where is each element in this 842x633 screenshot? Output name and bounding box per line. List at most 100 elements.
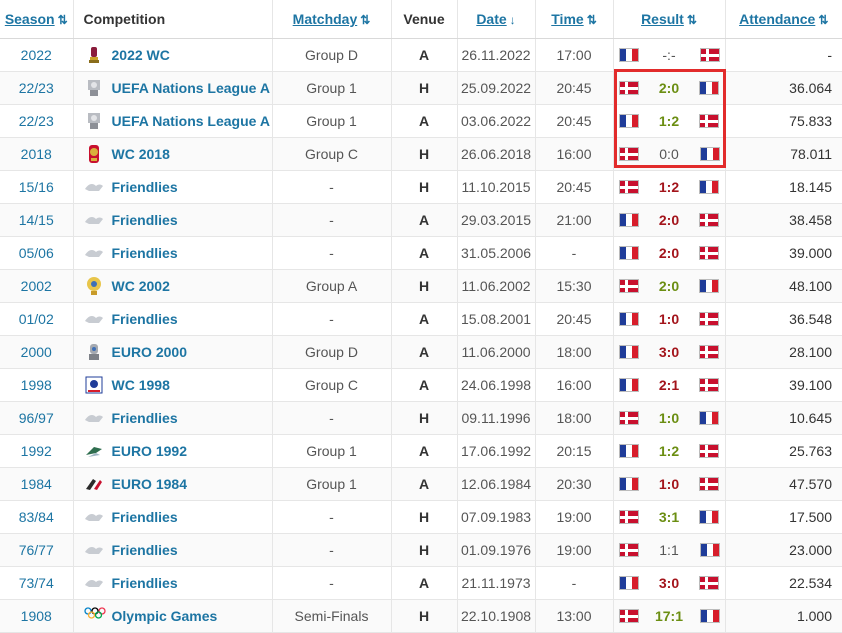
result-cell[interactable]: 3:1 [613,500,726,534]
season-cell[interactable]: 01/02 [0,302,74,336]
result-cell[interactable]: 1:0 [613,302,726,336]
season-cell[interactable]: 2018 [0,137,74,171]
season-cell[interactable]: 22/23 [0,71,74,105]
season-cell[interactable]: 15/16 [0,170,74,204]
competition-cell[interactable]: Friendlies [73,500,273,534]
result-cell[interactable]: 2:0 [613,71,726,105]
season-cell[interactable]: 2000 [0,335,74,369]
matchday-header[interactable]: Matchday ⇅ [272,0,392,39]
result-cell[interactable]: -:- [613,38,726,72]
season-cell[interactable]: 05/06 [0,236,74,270]
competition-link[interactable]: Friendlies [112,311,178,327]
season-cell[interactable]: 2002 [0,269,74,303]
season-cell[interactable]: 1984 [0,467,74,501]
competition-link[interactable]: EURO 2000 [112,344,187,360]
competition-cell[interactable]: Friendlies [73,236,273,270]
competition-link[interactable]: Friendlies [112,509,178,525]
score-link[interactable]: 1:2 [659,113,679,129]
competition-cell[interactable]: Friendlies [73,401,273,435]
competition-cell[interactable]: EURO 2000 [73,335,273,369]
competition-cell[interactable]: WC 2018 [73,137,273,171]
table-row: 2000 EURO 2000 Group D A 11.06.2000 18:00 3:0 2… [0,335,842,369]
france-flag-icon [700,148,719,160]
season-cell[interactable]: 1998 [0,368,74,402]
competition-cell[interactable]: 2022 WC [73,38,273,72]
competition-link[interactable]: WC 2018 [112,146,170,162]
score-link[interactable]: 2:0 [659,278,679,294]
season-cell[interactable]: 96/97 [0,401,74,435]
result-cell[interactable]: 1:2 [613,104,726,138]
score-link[interactable]: 3:0 [659,344,679,360]
score-link[interactable]: 1:0 [659,410,679,426]
competition-cell[interactable]: Olympic Games [73,599,273,633]
euro-1984-icon [84,474,104,494]
competition-cell[interactable]: Friendlies [73,302,273,336]
score-link[interactable]: 17:1 [655,608,683,624]
score-link[interactable]: 1:2 [659,179,679,195]
competition-link[interactable]: Friendlies [112,542,178,558]
score-link[interactable]: 1:0 [659,476,679,492]
competition-link[interactable]: EURO 1984 [112,476,187,492]
season-header[interactable]: Season ⇅ [0,0,74,39]
competition-link[interactable]: Friendlies [112,179,178,195]
score-link[interactable]: 3:1 [659,509,679,525]
score-link[interactable]: 3:0 [659,575,679,591]
season-cell[interactable]: 1992 [0,434,74,468]
result-cell[interactable]: 2:0 [613,269,726,303]
score-link[interactable]: 0:0 [659,146,678,162]
season-cell[interactable]: 1908 [0,599,74,633]
score-link[interactable]: 1:1 [659,542,678,558]
score-link[interactable]: -:- [662,47,675,63]
competition-link[interactable]: Friendlies [112,212,178,228]
competition-cell[interactable]: EURO 1984 [73,467,273,501]
result-cell[interactable]: 1:1 [613,533,726,567]
attendance-header[interactable]: Attendance ⇅ [725,0,842,39]
season-cell[interactable]: 14/15 [0,203,74,237]
score-link[interactable]: 2:1 [659,377,679,393]
competition-link[interactable]: Olympic Games [112,608,218,624]
competition-link[interactable]: EURO 1992 [112,443,187,459]
competition-link[interactable]: 2022 WC [112,47,170,63]
result-cell[interactable]: 3:0 [613,335,726,369]
score-link[interactable]: 2:0 [659,80,679,96]
result-cell[interactable]: 1:2 [613,170,726,204]
competition-link[interactable]: WC 1998 [112,377,170,393]
season-cell[interactable]: 73/74 [0,566,74,600]
result-cell[interactable]: 1:0 [613,467,726,501]
result-cell[interactable]: 3:0 [613,566,726,600]
result-cell[interactable]: 2:0 [613,203,726,237]
result-header[interactable]: Result ⇅ [613,0,726,39]
competition-cell[interactable]: Friendlies [73,203,273,237]
result-cell[interactable]: 2:1 [613,368,726,402]
season-cell[interactable]: 2022 [0,38,74,72]
competition-link[interactable]: UEFA Nations League A [112,80,270,96]
competition-link[interactable]: Friendlies [112,575,178,591]
date-header[interactable]: Date ↓ [457,0,536,39]
result-cell[interactable]: 2:0 [613,236,726,270]
result-cell[interactable]: 1:0 [613,401,726,435]
result-cell[interactable]: 0:0 [613,137,726,171]
competition-cell[interactable]: Friendlies [73,566,273,600]
competition-cell[interactable]: Friendlies [73,533,273,567]
score-link[interactable]: 1:0 [659,311,679,327]
competition-cell[interactable]: UEFA Nations League A [73,104,273,138]
france-flag-icon [619,478,638,490]
competition-link[interactable]: Friendlies [112,245,178,261]
competition-link[interactable]: Friendlies [112,410,178,426]
season-cell[interactable]: 83/84 [0,500,74,534]
competition-link[interactable]: WC 2002 [112,278,170,294]
season-cell[interactable]: 22/23 [0,104,74,138]
result-cell[interactable]: 17:1 [613,599,726,633]
competition-link[interactable]: UEFA Nations League A [112,113,270,129]
competition-cell[interactable]: UEFA Nations League A [73,71,273,105]
competition-cell[interactable]: WC 2002 [73,269,273,303]
result-cell[interactable]: 1:2 [613,434,726,468]
season-cell[interactable]: 76/77 [0,533,74,567]
competition-cell[interactable]: EURO 1992 [73,434,273,468]
competition-cell[interactable]: WC 1998 [73,368,273,402]
score-link[interactable]: 2:0 [659,245,679,261]
time-header[interactable]: Time ⇅ [535,0,614,39]
score-link[interactable]: 2:0 [659,212,679,228]
score-link[interactable]: 1:2 [659,443,679,459]
competition-cell[interactable]: Friendlies [73,170,273,204]
